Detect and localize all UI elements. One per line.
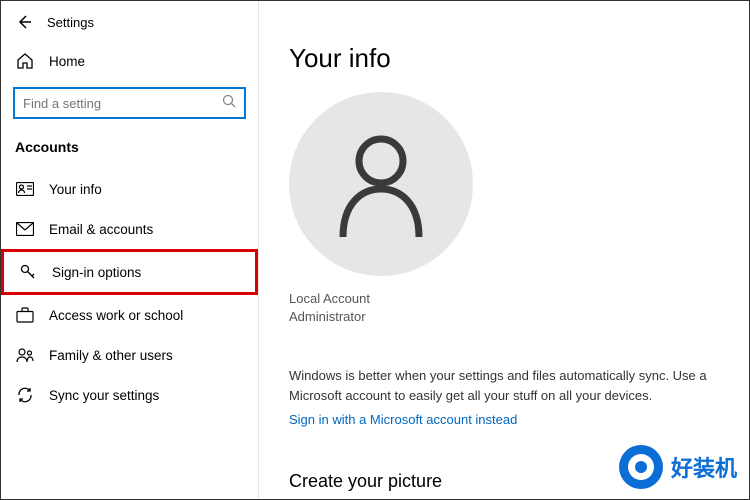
key-icon [18, 262, 38, 282]
sidebar-item-label: Sync your settings [49, 388, 159, 403]
sidebar-item-signin-options[interactable]: Sign-in options [1, 249, 258, 295]
search-input[interactable] [23, 96, 222, 111]
account-role-label: Administrator [289, 308, 719, 326]
sidebar-item-label: Sign-in options [52, 265, 141, 280]
back-button[interactable] [15, 13, 33, 31]
sidebar-item-label: Email & accounts [49, 222, 153, 237]
watermark-text: 好装机 [671, 451, 737, 483]
arrow-left-icon [16, 14, 32, 30]
search-box[interactable] [13, 87, 246, 119]
sidebar-item-label: Home [49, 54, 85, 69]
settings-title: Settings [47, 15, 94, 30]
search-container [13, 87, 246, 119]
sidebar-item-label: Family & other users [49, 348, 173, 363]
main-content: Your info Local Account Administrator Wi… [259, 1, 749, 499]
sidebar-item-label: Access work or school [49, 308, 183, 323]
sidebar-section-label: Accounts [1, 133, 258, 169]
sync-icon [15, 385, 35, 405]
people-icon [15, 345, 35, 365]
search-icon [222, 94, 236, 113]
person-card-icon [15, 179, 35, 199]
sidebar-item-sync-settings[interactable]: Sync your settings [1, 375, 258, 415]
sidebar: Settings Home Accounts Your info [1, 1, 259, 499]
mail-icon [15, 219, 35, 239]
sidebar-item-your-info[interactable]: Your info [1, 169, 258, 209]
watermark: 好装机 [619, 445, 737, 489]
briefcase-icon [15, 305, 35, 325]
ms-signin-link[interactable]: Sign in with a Microsoft account instead [289, 412, 517, 427]
sidebar-item-label: Your info [49, 182, 102, 197]
sidebar-item-family-users[interactable]: Family & other users [1, 335, 258, 375]
person-icon [331, 129, 431, 239]
account-type-label: Local Account [289, 290, 719, 308]
sync-description: Windows is better when your settings and… [289, 366, 719, 405]
watermark-logo-icon [619, 445, 663, 489]
account-info: Local Account Administrator [289, 290, 719, 326]
sidebar-item-access-work-school[interactable]: Access work or school [1, 295, 258, 335]
sidebar-item-email-accounts[interactable]: Email & accounts [1, 209, 258, 249]
avatar [289, 92, 473, 276]
sidebar-header: Settings [1, 9, 258, 41]
page-title: Your info [289, 43, 719, 74]
home-icon [15, 51, 35, 71]
sidebar-item-home[interactable]: Home [1, 41, 258, 81]
